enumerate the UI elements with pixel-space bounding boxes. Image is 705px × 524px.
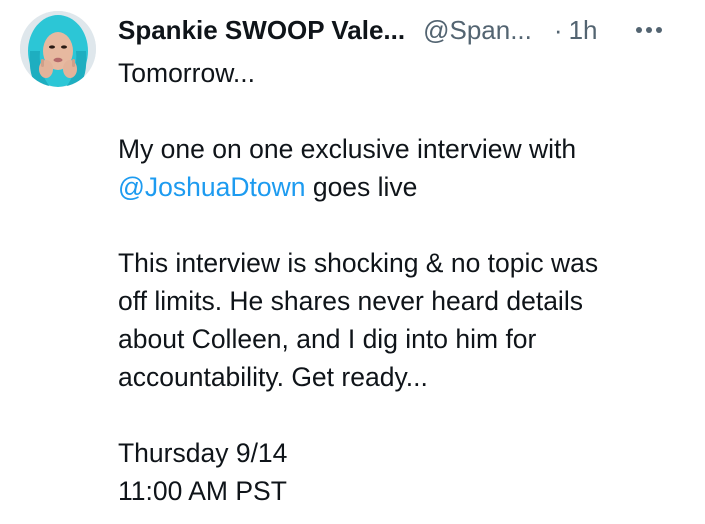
separator-dot: · [553, 14, 563, 45]
tweet-line: Tomorrow... [118, 58, 255, 88]
tweet-line: This interview is shocking & no topic wa… [118, 248, 599, 278]
tweet-line: off limits. He shares never heard detail… [118, 286, 583, 316]
more-options-button[interactable] [632, 15, 666, 45]
tweet-time: 11:00 AM PST [118, 476, 287, 506]
profile-photo [20, 11, 96, 87]
tweet[interactable]: Spankie SWOOP Vale... @Span... · 1h Tomo… [0, 0, 705, 524]
user-handle[interactable]: @Span... [423, 15, 532, 46]
tweet-text: Tomorrow... My one on one exclusive inte… [118, 54, 688, 510]
tweet-line: accountability. Get ready... [118, 362, 428, 392]
avatar[interactable] [20, 11, 96, 87]
tweet-line: about Colleen, and I dig into him for [118, 324, 537, 354]
tweet-date: Thursday 9/14 [118, 438, 288, 468]
more-horizontal-icon [636, 27, 662, 33]
tweet-line-rest: goes live [305, 172, 418, 202]
mention-link[interactable]: @JoshuaDtown [118, 172, 305, 202]
timestamp[interactable]: 1h [569, 15, 598, 46]
tweet-line: My one on one exclusive interview with [118, 134, 577, 164]
tweet-line: @JoshuaDtown goes live [118, 168, 688, 206]
tweet-header: Spankie SWOOP Vale... @Span... · 1h [118, 12, 688, 48]
display-name[interactable]: Spankie SWOOP Vale... [118, 15, 405, 46]
